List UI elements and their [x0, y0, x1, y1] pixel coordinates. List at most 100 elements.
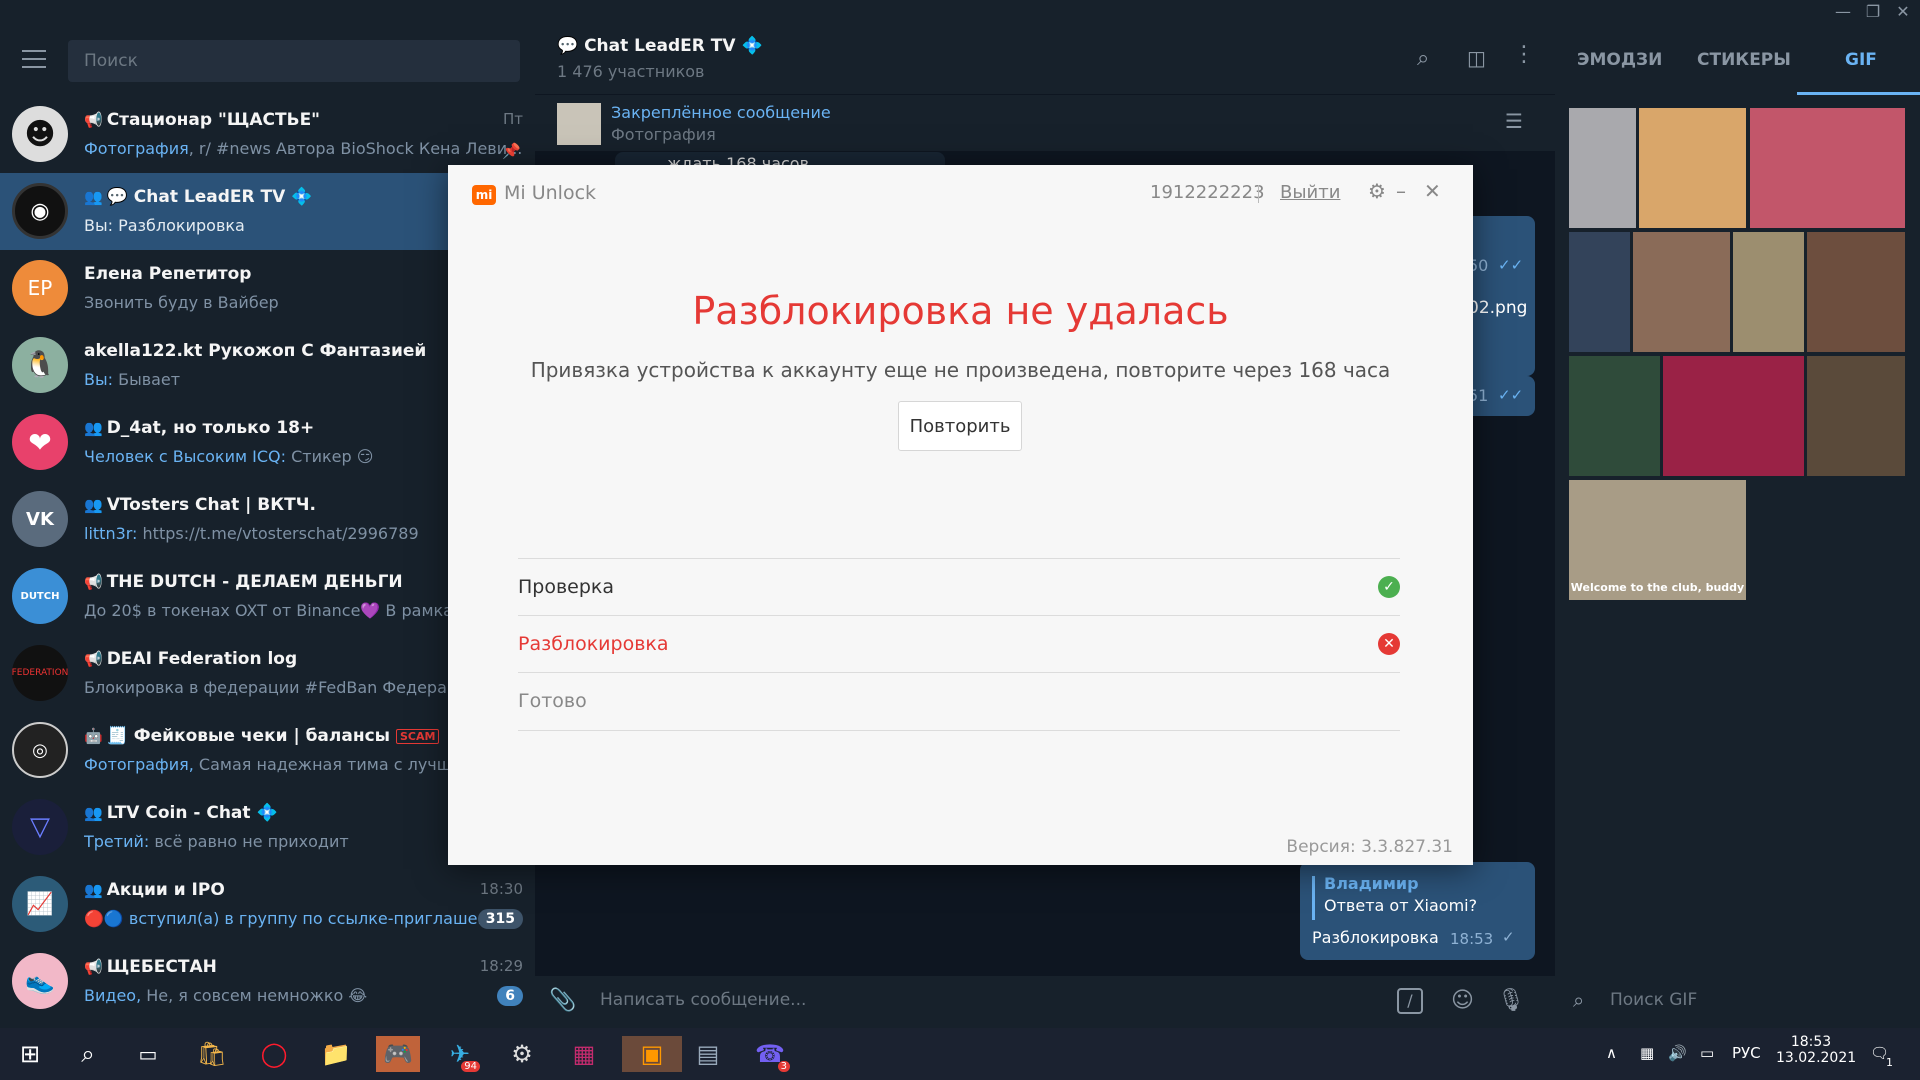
tab-stickers[interactable]: СТИКЕРЫ [1697, 50, 1791, 70]
clock[interactable]: 18:53 13.02.2021 [1776, 1034, 1856, 1066]
emoji-sticker-gif-panel: ЭМОДЗИ СТИКЕРЫ GIF Welcome to the club, … [1555, 26, 1920, 1028]
windows-taskbar: ⊞ ⌕ ▭ 🛍 ◯ 📁 🎮 ✈ 94 ⚙ ▦ ▣ ▤ ☎ 3 ∧ ▦ 🔊 ▭ Р… [0, 1028, 1920, 1080]
bot-icon: 🤖 [84, 727, 103, 745]
reply-author[interactable]: Владимир [1324, 874, 1419, 893]
menu-icon[interactable] [22, 50, 46, 74]
mi-unlock-taskbar-icon[interactable]: ▣ [622, 1036, 682, 1072]
windows-start-icon[interactable]: ⊞ [8, 1036, 52, 1072]
viber-icon[interactable]: ☎ 3 [748, 1036, 792, 1072]
avatar: 📈 [12, 876, 68, 932]
commands-icon[interactable]: / [1397, 988, 1423, 1014]
more-icon[interactable]: ⋮ [1513, 42, 1535, 67]
telegram-icon[interactable]: ✈ 94 [438, 1036, 482, 1072]
explorer-icon[interactable]: 📁 [314, 1036, 358, 1072]
avatar: 👟 [12, 953, 68, 1009]
read-check-icon: ✓✓ [1498, 386, 1524, 404]
close-icon[interactable]: ✕ [1424, 179, 1441, 203]
retry-button[interactable]: Повторить [898, 401, 1022, 451]
gif-thumbnail[interactable] [1569, 232, 1630, 352]
group-icon: 👥 [84, 188, 103, 206]
gif-thumbnail[interactable] [1633, 232, 1730, 352]
chat-preview-prefix: Третий: [84, 832, 150, 851]
settings-icon[interactable]: ⚙ [500, 1036, 544, 1072]
gif-thumbnail[interactable] [1569, 356, 1660, 476]
step-done: Готово [518, 672, 1400, 731]
chat-preview-prefix: Человек с Высоким ICQ: [84, 447, 287, 466]
chat-title: VTosters Chat | ВКТЧ. [106, 495, 316, 515]
network-icon[interactable]: ▦ [1640, 1044, 1654, 1062]
message-composer: 📎 Написать сообщение... / ☺ 🎙 [535, 976, 1555, 1028]
chat-title: DEAI Federation log [106, 649, 298, 669]
chat-item[interactable]: ☻ 📢 Стационар "ЩАСТЬЕ" Фотография, r/ #ne… [0, 96, 535, 173]
settings-icon[interactable]: ⚙ [1368, 179, 1386, 203]
sidebar-toggle-icon[interactable]: ◫ [1467, 46, 1486, 70]
version-label: Версия: 3.3.827.31 [1286, 837, 1453, 857]
clock-time: 18:53 [1790, 1034, 1832, 1050]
chat-header: 💬 Chat LeadER TV 💠 1 476 участников ⌕ ◫ … [535, 26, 1555, 94]
group-icon: 👥 [84, 496, 103, 514]
message-bubble[interactable]: Владимир Ответа от Xiaomi? Разблокировка… [1300, 862, 1535, 960]
message-time: 18:53 [1450, 930, 1494, 948]
gif-thumbnail[interactable] [1569, 108, 1636, 228]
step-verify: Проверка ✓ [518, 558, 1400, 616]
minimize-window-button[interactable]: — [1828, 2, 1858, 21]
task-view-icon[interactable]: ▭ [126, 1036, 170, 1072]
gif-thumbnail[interactable]: Welcome to the club, buddy [1569, 480, 1746, 600]
calculator-icon[interactable]: ▤ [686, 1036, 730, 1072]
app-icon[interactable]: 🎮 [376, 1036, 420, 1072]
chat-title: ЩЕБЕСТАН [106, 957, 217, 977]
search-icon[interactable]: ⌕ [1417, 46, 1429, 71]
tray-expand-icon[interactable]: ∧ [1606, 1044, 1617, 1062]
group-icon: 👥 [84, 881, 103, 899]
message-text: Разблокировка [1312, 928, 1439, 947]
winrar-icon[interactable]: ▦ [562, 1036, 606, 1072]
chat-item[interactable]: 📈 👥 Акции и IPO 🔴🔵 вступил(а) в группу по… [0, 866, 535, 943]
emoji-icon[interactable]: ☺ [1451, 988, 1474, 1013]
close-window-button[interactable]: ✕ [1888, 2, 1918, 21]
chat-time: Пт [502, 110, 523, 128]
minimize-icon[interactable]: – [1396, 179, 1406, 203]
opera-icon[interactable]: ◯ [252, 1036, 296, 1072]
gif-thumbnail[interactable] [1639, 108, 1746, 228]
gif-thumbnail[interactable] [1750, 108, 1905, 228]
microphone-icon[interactable]: 🎙 [1497, 988, 1525, 1013]
gif-thumbnail[interactable] [1733, 232, 1804, 352]
channel-icon: 📢 [84, 111, 103, 129]
avatar: ▽ [12, 799, 68, 855]
step-unlock: Разблокировка ✕ [518, 615, 1400, 673]
logout-link[interactable]: Выйти [1280, 182, 1340, 203]
display-icon[interactable]: ▭ [1700, 1044, 1714, 1062]
chat-preview-prefix: Видео, [84, 986, 142, 1005]
chat-title: D_4at, но только 18+ [106, 418, 315, 438]
pinned-message-bar[interactable]: Закреплённое сообщение Фотография ☰ [535, 94, 1555, 151]
volume-icon[interactable]: 🔊 [1668, 1044, 1687, 1062]
reply-text: Ответа от Xiaomi? [1324, 896, 1478, 915]
search-icon[interactable]: ⌕ [66, 1036, 110, 1072]
telegram-badge: 94 [461, 1061, 480, 1072]
gif-thumbnail[interactable] [1807, 356, 1905, 476]
pinned-title: Закреплённое сообщение [611, 103, 831, 122]
pinned-list-icon[interactable]: ☰ [1505, 109, 1523, 133]
store-icon[interactable]: 🛍 [190, 1036, 234, 1072]
file-name[interactable]: 02.png [1468, 298, 1527, 318]
chat-preview: всё равно не приходит [149, 832, 349, 851]
chat-header-title[interactable]: 💬 Chat LeadER TV 💠 [557, 36, 763, 56]
search-input[interactable]: Поиск [68, 40, 520, 82]
check-icon: ✓ [1378, 576, 1400, 598]
chat-preview-prefix: Фотография, [84, 755, 194, 774]
app-title: Mi Unlock [504, 182, 597, 204]
language-indicator[interactable]: РУС [1732, 1044, 1761, 1062]
gif-search-input[interactable]: Поиск GIF [1610, 990, 1697, 1010]
tab-gif[interactable]: GIF [1845, 50, 1877, 70]
gif-thumbnail[interactable] [1807, 232, 1905, 352]
tab-emoji[interactable]: ЭМОДЗИ [1577, 50, 1662, 70]
chat-title: Стационар "ЩАСТЬЕ" [106, 110, 321, 130]
mi-unlock-window: mi Mi Unlock 1912222223 Выйти ⚙ – ✕ Разб… [448, 165, 1473, 865]
chat-time: 18:29 [479, 957, 523, 975]
notification-count: 1 [1886, 1056, 1893, 1069]
attach-icon[interactable]: 📎 [549, 988, 576, 1013]
chat-item[interactable]: 👟 📢 ЩЕБЕСТАН Видео, Не, я совсем немножко… [0, 943, 535, 1020]
message-input[interactable]: Написать сообщение... [600, 990, 806, 1010]
gif-thumbnail[interactable] [1663, 356, 1804, 476]
restore-window-button[interactable]: ❐ [1858, 2, 1888, 21]
